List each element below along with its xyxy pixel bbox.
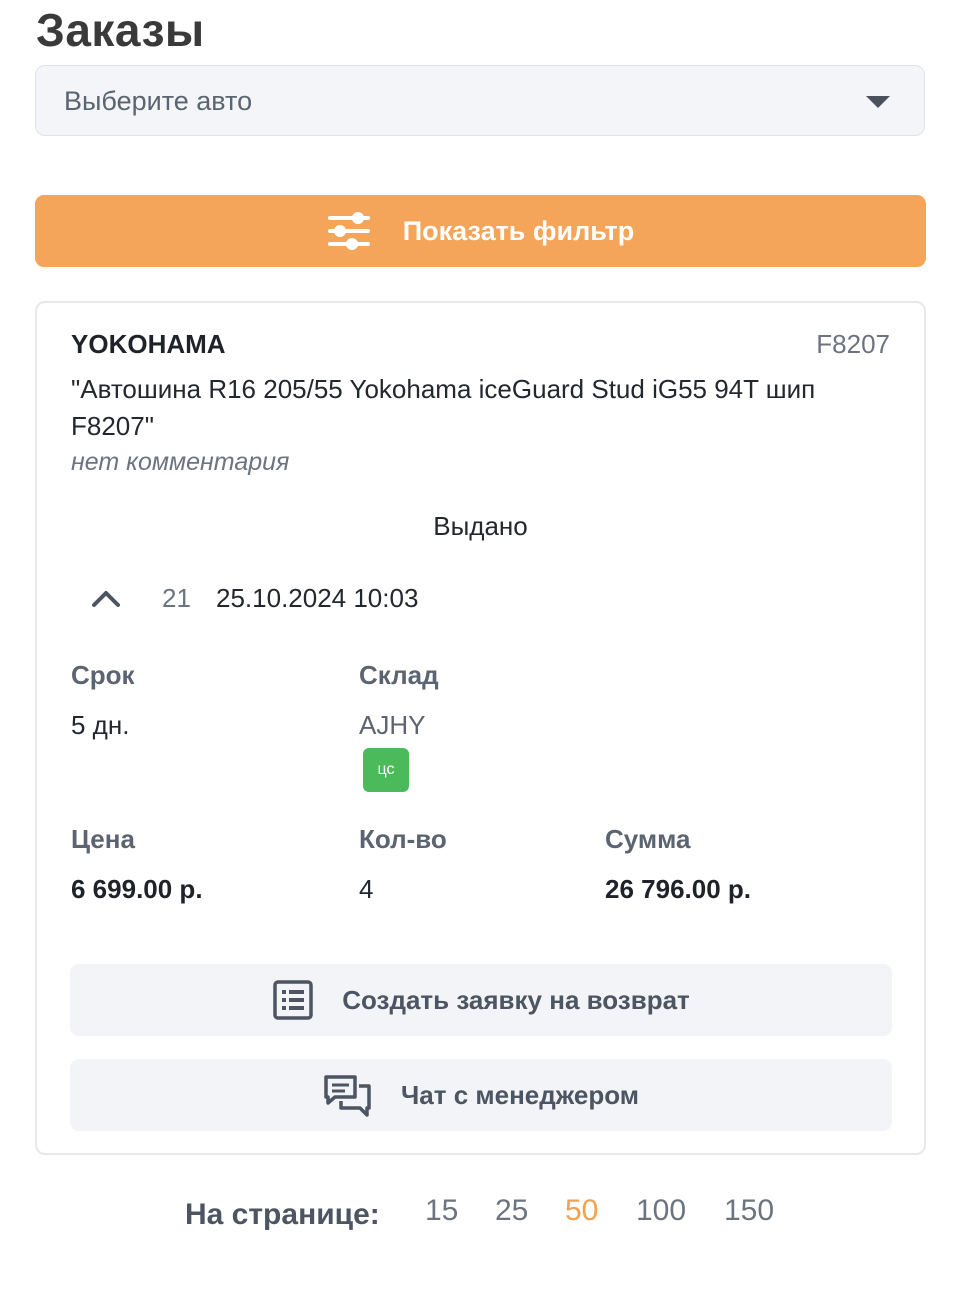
order-brand: YOKOHAMA (71, 329, 226, 359)
chat-manager-button[interactable]: Чат с менеджером (70, 1059, 892, 1131)
show-filter-button[interactable]: Показать фильтр (35, 195, 926, 267)
price-label: Цена (71, 824, 135, 854)
chat-bubbles-icon (324, 1075, 371, 1117)
order-date: 25.10.2024 10:03 (216, 583, 419, 613)
sum-value: 26 796.00 р. (605, 874, 751, 904)
order-sku: F8207 (816, 329, 890, 359)
sliders-icon (327, 212, 370, 250)
create-return-button[interactable]: Создать заявку на возврат (70, 964, 892, 1036)
per-page-option-25[interactable]: 25 (495, 1194, 528, 1228)
term-label: Срок (71, 660, 135, 690)
sum-label: Сумма (605, 824, 691, 854)
chat-manager-label: Чат с менеджером (401, 1079, 639, 1110)
create-return-label: Создать заявку на возврат (342, 984, 690, 1015)
per-page-option-15[interactable]: 15 (425, 1194, 458, 1228)
warehouse-badge: цс (363, 748, 409, 792)
per-page-option-100[interactable]: 100 (636, 1194, 686, 1228)
page-title: Заказы (36, 4, 205, 56)
order-card: YOKOHAMA F8207 "Автошина R16 205/55 Yoko… (35, 301, 926, 1155)
warehouse-label: Склад (359, 660, 439, 690)
caret-down-icon (866, 96, 890, 108)
order-comment: нет комментария (71, 448, 290, 476)
quantity-label: Кол-во (359, 824, 447, 854)
car-select-placeholder: Выберите авто (64, 86, 253, 116)
per-page-option-50[interactable]: 50 (565, 1194, 598, 1228)
car-select-dropdown[interactable]: Выберите авто (35, 65, 925, 136)
term-value: 5 дн. (71, 710, 130, 740)
list-icon (273, 980, 313, 1020)
chevron-up-icon[interactable] (89, 585, 123, 611)
warehouse-value: AJHY (359, 710, 426, 740)
order-status: Выдано (433, 511, 528, 541)
quantity-value: 4 (359, 874, 374, 904)
per-page-option-150[interactable]: 150 (724, 1194, 774, 1228)
per-page-selector: На странице: 15 25 50 100 150 (0, 1190, 960, 1240)
order-product-name: "Автошина R16 205/55 Yokohama iceGuard S… (71, 374, 816, 441)
per-page-label: На странице: (185, 1198, 380, 1231)
order-number: 21 (162, 583, 191, 613)
price-value: 6 699.00 р. (71, 874, 203, 904)
show-filter-label: Показать фильтр (402, 215, 635, 246)
